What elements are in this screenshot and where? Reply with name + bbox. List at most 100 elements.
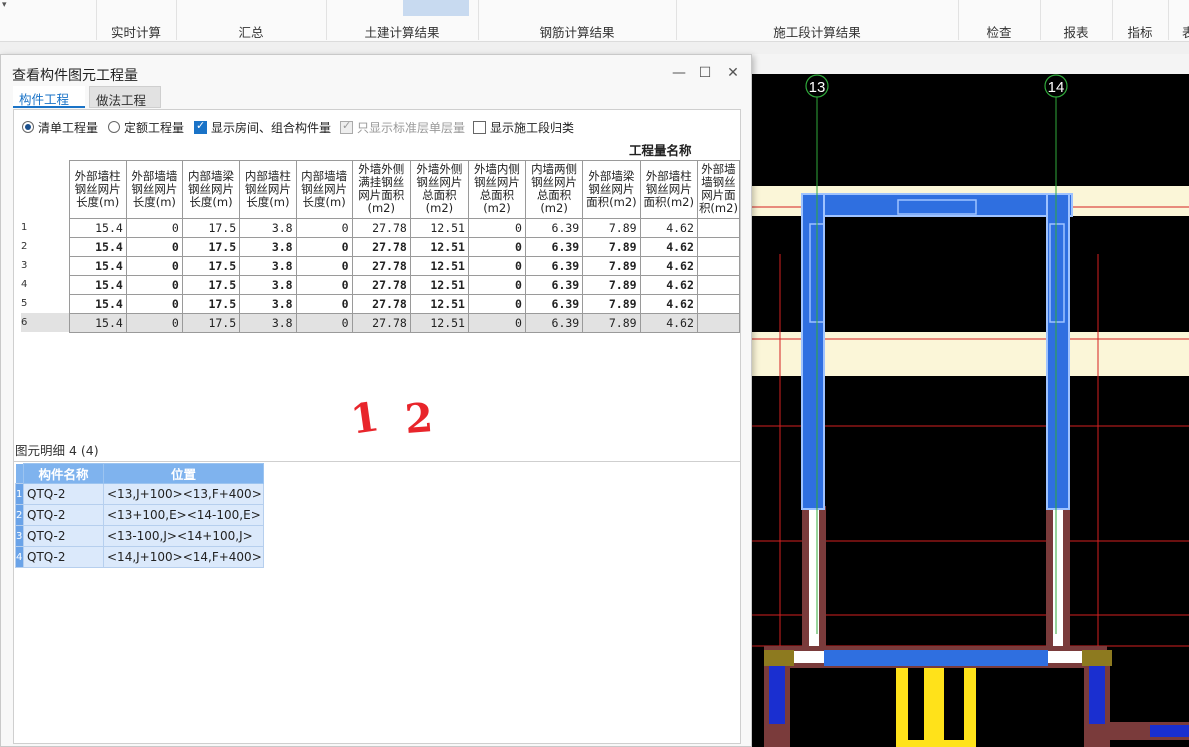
column-header[interactable]: 外部墙梁钢丝网片面积(m2)	[582, 159, 641, 219]
tab-method-quantity[interactable]: 做法工程量	[89, 86, 161, 127]
component-name-cell[interactable]: QTQ-2	[23, 504, 104, 526]
column-header[interactable]: 外墙外侧钢丝网片总面积(m2)	[409, 159, 469, 219]
table-cell[interactable]: 15.4	[68, 274, 127, 295]
table-row[interactable]: 5 15.4 0 17.5 3.8 0 27.78 12.51 0 6.39 7.89 4.62	[21, 293, 741, 314]
column-header[interactable]: 外部墙柱钢丝网片面积(m2)	[639, 159, 698, 219]
table-cell[interactable]: 4.62	[639, 255, 698, 276]
table-cell[interactable]: 0	[295, 274, 353, 295]
detail-row[interactable]: 4 QTQ-2 <14,J+100><14,F+400>	[15, 546, 264, 568]
table-row[interactable]: 2 15.4 0 17.5 3.8 0 27.78 12.51 0 6.39 7.89 4.62	[21, 236, 741, 257]
column-header[interactable]: 内部墙梁钢丝网片长度(m)	[181, 159, 241, 219]
table-cell[interactable]: 6.39	[524, 236, 584, 257]
table-cell[interactable]: 15.4	[68, 217, 127, 238]
table-cell[interactable]: 3.8	[239, 293, 297, 314]
table-cell[interactable]: 6.39	[524, 274, 584, 295]
table-row[interactable]: 1 15.4 0 17.5 3.8 0 27.78 12.51 0 6.39 7.89 4.62	[21, 217, 741, 238]
position-cell[interactable]: <13+100,E><14-100,E>	[103, 504, 264, 526]
option-bill-quantity[interactable]: 清单工程量	[22, 118, 98, 136]
table-cell[interactable]: 15.4	[68, 236, 127, 257]
ribbon-group-report[interactable]: 报表	[1040, 22, 1112, 40]
table-cell[interactable]: 0	[125, 274, 183, 295]
table-cell[interactable]: 12.51	[409, 217, 469, 238]
table-cell[interactable]: 17.5	[181, 274, 241, 295]
option-show-room[interactable]: 显示房间、组合构件量	[194, 118, 331, 136]
table-cell[interactable]	[696, 293, 741, 314]
close-button[interactable]: ✕	[723, 64, 743, 82]
table-cell[interactable]: 4.62	[639, 274, 698, 295]
option-quota-quantity[interactable]: 定额工程量	[108, 118, 184, 136]
position-cell[interactable]: <13-100,J><14+100,J>	[103, 525, 264, 547]
detail-row[interactable]: 3 QTQ-2 <13-100,J><14+100,J>	[15, 525, 264, 547]
checkbox-icon[interactable]	[473, 120, 486, 134]
detail-row[interactable]: 1 QTQ-2 <13,J+100><13,F+400>	[15, 483, 264, 505]
table-cell[interactable]	[696, 274, 741, 295]
component-name-cell[interactable]: QTQ-2	[23, 546, 104, 568]
column-header[interactable]: 外部墙墙钢丝网片长度(m)	[125, 159, 183, 219]
tab-component-quantity[interactable]: 构件工程量	[13, 86, 85, 126]
table-cell[interactable]: 3.8	[239, 255, 297, 276]
chevron-down-icon[interactable]: ▾	[2, 0, 7, 10]
ribbon-group-check[interactable]: 检查	[958, 22, 1040, 40]
table-cell[interactable]: 0	[295, 293, 353, 314]
table-cell[interactable]: 4.62	[639, 293, 698, 314]
table-cell[interactable]: 6.39	[524, 312, 584, 333]
table-cell[interactable]: 27.78	[351, 274, 411, 295]
minimize-button[interactable]: —	[669, 64, 689, 82]
component-name-cell[interactable]: QTQ-2	[23, 483, 104, 505]
detail-column-header[interactable]: 构件名称	[23, 463, 104, 484]
detail-row[interactable]: 2 QTQ-2 <13+100,E><14-100,E>	[15, 504, 264, 526]
table-cell[interactable]: 4.62	[639, 217, 698, 238]
table-cell[interactable]: 3.8	[239, 217, 297, 238]
table-cell[interactable]: 0	[467, 274, 526, 295]
table-cell[interactable]: 0	[295, 312, 353, 333]
column-header[interactable]: 外墙内侧钢丝网片总面积(m2)	[467, 159, 526, 219]
table-cell[interactable]: 27.78	[351, 236, 411, 257]
table-row[interactable]: 6 15.4 0 17.5 3.8 0 27.78 12.51 0 6.39 7.89 4.62	[21, 312, 741, 333]
column-header[interactable]: 外部墙墙钢丝网片面积(m2)	[696, 159, 741, 219]
table-cell[interactable]: 27.78	[351, 293, 411, 314]
radio-icon[interactable]	[22, 121, 34, 133]
table-cell[interactable]: 12.51	[409, 312, 469, 333]
table-cell[interactable]	[696, 236, 741, 257]
table-row[interactable]: 3 15.4 0 17.5 3.8 0 27.78 12.51 0 6.39 7.89 4.62	[21, 255, 741, 276]
table-cell[interactable]: 4.62	[639, 236, 698, 257]
table-cell[interactable]: 12.51	[409, 255, 469, 276]
position-cell[interactable]: <13,J+100><13,F+400>	[103, 483, 264, 505]
maximize-button[interactable]: ☐	[695, 64, 715, 82]
table-cell[interactable]: 6.39	[524, 217, 584, 238]
table-cell[interactable]: 27.78	[351, 217, 411, 238]
ribbon-group-rebar-results[interactable]: 钢筋计算结果	[478, 22, 676, 40]
table-cell[interactable]: 3.8	[239, 312, 297, 333]
table-cell[interactable]: 0	[295, 236, 353, 257]
table-cell[interactable]: 0	[295, 255, 353, 276]
table-cell[interactable]: 15.4	[68, 312, 127, 333]
component-name-cell[interactable]: QTQ-2	[23, 525, 104, 547]
table-cell[interactable]: 0	[467, 217, 526, 238]
table-cell[interactable]: 7.89	[582, 217, 641, 238]
table-cell[interactable]	[696, 217, 741, 238]
table-cell[interactable]: 12.51	[409, 293, 469, 314]
column-header[interactable]: 内墙两侧钢丝网片总面积(m2)	[524, 159, 584, 219]
table-cell[interactable]	[696, 312, 741, 333]
table-cell[interactable]: 17.5	[181, 217, 241, 238]
table-cell[interactable]: 0	[125, 217, 183, 238]
selected-wall-left[interactable]	[801, 193, 825, 510]
table-cell[interactable]: 15.4	[68, 293, 127, 314]
table-cell[interactable]: 0	[125, 293, 183, 314]
table-cell[interactable]: 7.89	[582, 255, 641, 276]
ribbon-group-index[interactable]: 指标	[1112, 22, 1168, 40]
table-cell[interactable]: 0	[467, 312, 526, 333]
ribbon-group-table[interactable]: 表	[1168, 22, 1189, 40]
table-cell[interactable]: 7.89	[582, 236, 641, 257]
table-cell[interactable]: 17.5	[181, 293, 241, 314]
column-header[interactable]: 内部墙柱钢丝网片长度(m)	[239, 159, 297, 219]
table-cell[interactable]: 12.51	[409, 274, 469, 295]
table-cell[interactable]: 15.4	[68, 255, 127, 276]
table-cell[interactable]: 0	[467, 255, 526, 276]
column-header[interactable]: 外墙外侧满挂钢丝网片面积(m2)	[351, 159, 411, 219]
table-cell[interactable]: 17.5	[181, 236, 241, 257]
detail-column-header[interactable]: 位置	[103, 463, 264, 484]
table-cell[interactable]: 0	[125, 236, 183, 257]
table-cell[interactable]: 0	[467, 236, 526, 257]
table-cell[interactable]: 27.78	[351, 255, 411, 276]
